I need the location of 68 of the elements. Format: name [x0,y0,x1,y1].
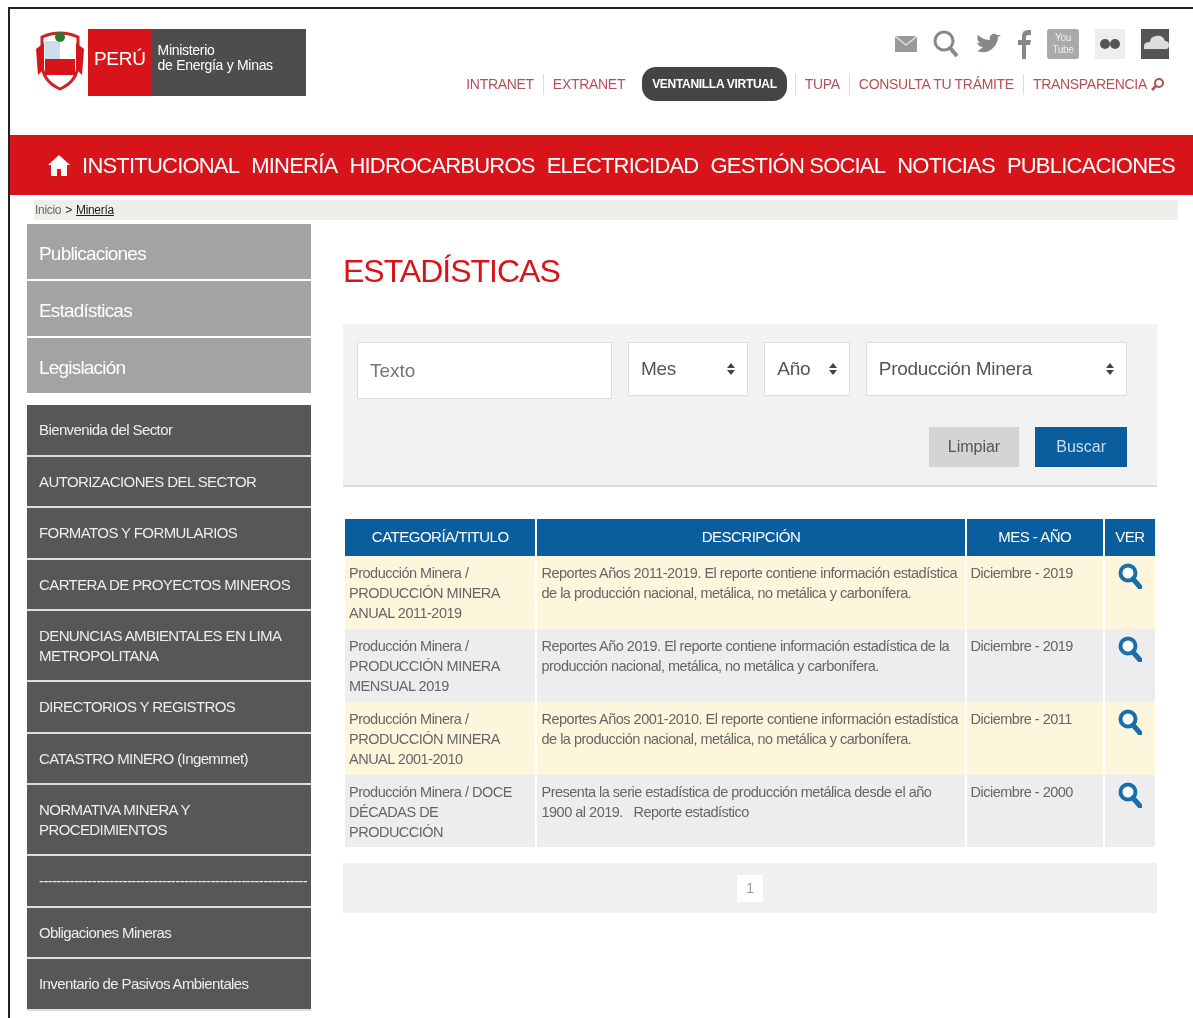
nav-link[interactable]: PUBLICACIONES [1006,148,1175,182]
breadcrumb-link[interactable]: Inicio [35,201,62,219]
sidebar-item[interactable]: DENUNCIAS AMBIENTALES EN LIMA METROPOLITANA [27,611,311,682]
nav-link[interactable]: HIDROCARBUROS [349,148,535,182]
table-cell: Diciembre - 2019 [966,555,1103,629]
search-icon[interactable] [1117,562,1142,589]
column-header: VER [1104,519,1155,556]
flickr-icon[interactable] [1095,29,1125,59]
table-cell: Diciembre - 2000 [966,774,1103,848]
search-icon [1151,77,1164,91]
search-icon[interactable] [1117,708,1142,735]
search-button[interactable]: Buscar [1035,427,1127,468]
sidebar-item[interactable]: DIRECTORIOS Y REGISTROS [27,682,311,734]
sort-icon [828,363,837,376]
sidebar-item[interactable]: CATASTRO MINERO (Ingemmet) [27,733,311,785]
sort-icon [727,363,736,376]
nav-link[interactable]: INSTITUCIONAL [82,148,240,182]
twitter-icon[interactable] [975,33,1001,55]
coat-of-arms-icon [36,29,84,91]
sidebar-item[interactable]: AUTORIZACIONES DEL SECTOR [27,456,311,508]
table-cell: Reportes Año 2019. El reporte contiene información estadística de la producción nacional, metálica, no metálica y carbonífera. [537,628,965,702]
top-link[interactable]: CONSULTA TU TRÁMITE [848,73,1023,95]
search-icon[interactable] [933,30,959,58]
nav-link[interactable]: NOTICIAS [897,148,995,182]
page-button[interactable]: 1 [736,873,764,903]
clear-button[interactable]: Limpiar [928,427,1020,468]
select-field[interactable]: Mes [628,342,749,397]
virtual-window-button[interactable]: VENTANILLA VIRTUAL [642,67,787,101]
logo-country: PERÚ [88,29,152,96]
search-icon[interactable] [1117,635,1142,662]
logo-ministry: Ministerio de Energía y Minas [151,29,306,96]
table-cell: Producción Minera / DOCE DÉCADAS DE PRODUCCIÓN [345,774,536,848]
breadcrumb-link[interactable]: Minería [75,201,114,219]
table-cell: Presenta la serie estadística de producción metálica desde el año 1900 al 2019. Reporte estadístico [537,774,965,848]
soundcloud-icon[interactable] [1141,29,1169,59]
nav-link[interactable]: MINERÍA [251,148,338,182]
table-cell: Producción Minera / PRODUCCIÓN MINERA ANUAL 2001-2010 [345,701,536,775]
nav-link[interactable]: ELECTRICIDAD [546,148,699,182]
sidebar-item[interactable]: FORMATOS Y FORMULARIOS [27,508,311,560]
top-link[interactable]: TRANSPARENCIA [1032,73,1147,95]
table-cell: Diciembre - 2011 [966,701,1103,775]
search-icon[interactable] [1117,781,1142,808]
column-header: DESCRIPCIÓN [537,519,965,556]
top-link[interactable]: INTRANET [457,73,543,95]
column-header: CATEGORÍA/TITULO [345,519,536,556]
sidebar-item[interactable]: CARTERA DE PROYECTOS MINEROS [27,559,311,611]
top-link[interactable]: EXTRANET [542,73,635,95]
table-cell: Producción Minera / PRODUCCIÓN MINERA ANUAL 2011-2019 [345,555,536,629]
select-field[interactable]: Año [764,342,850,397]
table-cell: Producción Minera / PRODUCCIÓN MINERA MENSUAL 2019 [345,628,536,702]
table-cell: Diciembre - 2019 [966,628,1103,702]
table-cell: Reportes Años 2001-2010. El reporte contiene información estadística de la producción nacional, metálica, no metálica y carbonífera. [537,701,965,775]
sidebar-item[interactable]: Inventario de Pasivos Ambientales [27,959,311,1011]
sidebar-item[interactable]: Bienvenida del Sector [27,405,311,457]
nav-link[interactable]: GESTIÓN SOCIAL [710,148,886,182]
sidebar-item[interactable]: Obligaciones Mineras [27,907,311,959]
top-link[interactable]: TUPA [794,73,849,95]
search-field[interactable]: Texto [357,342,612,400]
sort-icon [1106,363,1114,376]
column-header: MES - AÑO [966,519,1103,556]
sidebar-separator: ------------------------------------------------------------- [27,856,311,908]
select-field[interactable]: Producción Minera [865,342,1127,397]
table-cell: Reportes Años 2011-2019. El reporte contiene información estadística de la producción nacional, metálica, no metálica y carbonífera. [537,555,965,629]
facebook-icon[interactable] [1017,29,1031,59]
breadcrumb-separator: > [65,202,72,219]
sidebar-item[interactable]: NORMATIVA MINERA Y PROCEDIMIENTOS [27,785,311,856]
page-title: ESTADÍSTICAS [343,252,561,291]
home-icon[interactable] [48,154,70,176]
